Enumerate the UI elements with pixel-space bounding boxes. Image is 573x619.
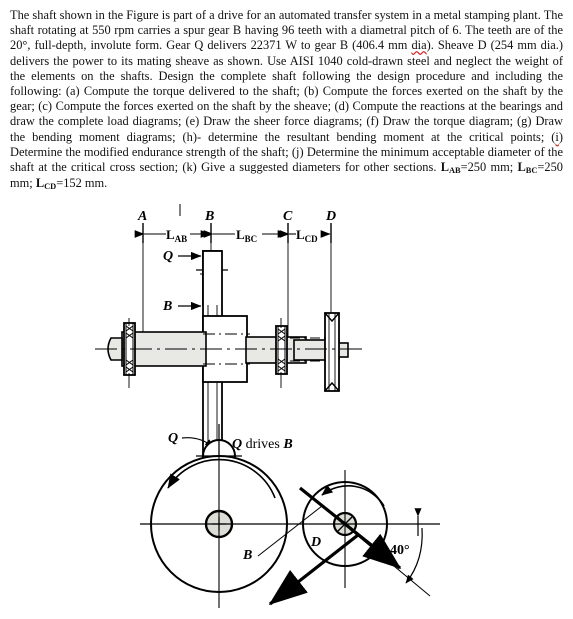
problem-paragraph-2: ). Sheave D (254 mm dia.) delivers the p… <box>10 38 563 144</box>
length-cd-value: =152 mm. <box>56 176 108 191</box>
shaft-assembly-figure: A B C D LAB LBC LCD Q B Q Q drives B B D… <box>0 198 573 619</box>
station-label-c: C <box>283 209 293 224</box>
length-cd-symbol: L <box>35 176 45 191</box>
station-label-a: A <box>137 209 147 224</box>
length-ab-subscript: AB <box>448 166 461 176</box>
problem-statement: The shaft shown in the Figure is part of… <box>10 8 563 192</box>
station-label-b: B <box>204 209 214 224</box>
length-ab-value: =250 mm; <box>460 160 518 175</box>
label-circle-d: D <box>310 535 321 550</box>
length-bc-symbol: L <box>517 160 526 175</box>
callout-label-q-lower: Q <box>168 431 178 446</box>
misspelled-word-dia: dia <box>411 38 427 53</box>
dim-label-bc: LBC <box>236 227 257 244</box>
dim-label-ab: LAB <box>166 227 187 244</box>
sheave-d <box>324 312 340 392</box>
callout-label-q-gear: Q <box>163 249 173 264</box>
belt-angle-leader-lower <box>351 530 431 597</box>
station-label-d: D <box>325 209 336 224</box>
length-bc-subscript: BC <box>525 166 538 176</box>
label-q-drives-b: Q drives B <box>232 437 293 452</box>
length-ab-symbol: L <box>440 160 449 175</box>
callout-label-b-gear: B <box>162 299 172 314</box>
label-circle-b: B <box>242 548 252 563</box>
dim-label-cd: LCD <box>296 227 318 244</box>
length-cd-subscript: CD <box>44 182 57 192</box>
label-belt-angle: 40° <box>390 543 410 558</box>
